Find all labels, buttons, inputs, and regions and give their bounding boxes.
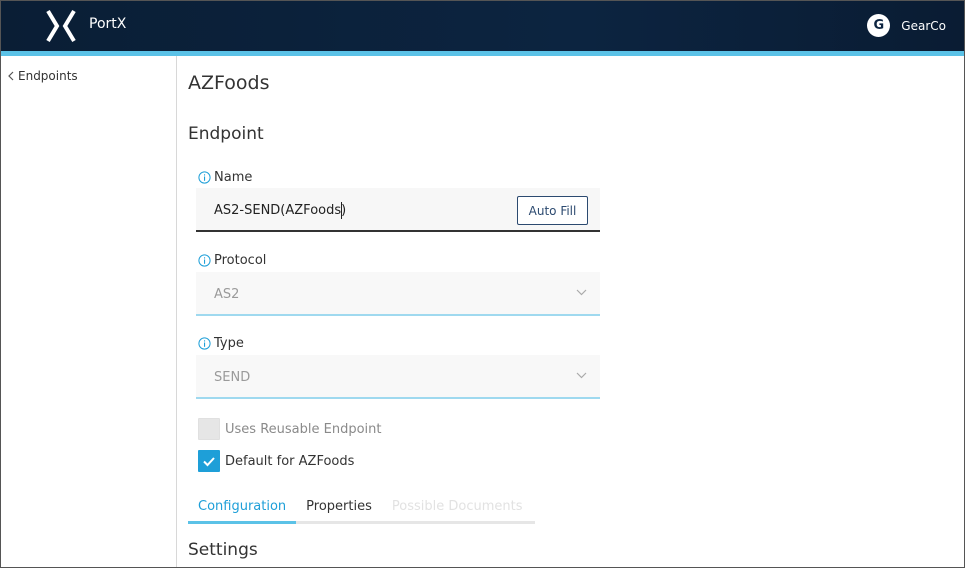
info-icon[interactable] bbox=[198, 171, 211, 184]
protocol-select[interactable]: AS2 bbox=[196, 272, 600, 316]
auto-fill-button[interactable]: Auto Fill bbox=[517, 196, 588, 225]
portx-logo-icon[interactable] bbox=[45, 9, 77, 43]
type-label-text: Type bbox=[214, 336, 244, 351]
chevron-left-icon bbox=[8, 71, 14, 81]
sidebar: Endpoints bbox=[1, 56, 177, 567]
tab-possible-documents: Possible Documents bbox=[391, 499, 523, 514]
default-endpoint-option[interactable]: Default for AZFoods bbox=[198, 450, 354, 472]
main-content: AZFoods Endpoint Name AS2-SEND(AZFoods) … bbox=[178, 56, 964, 567]
reusable-endpoint-label: Uses Reusable Endpoint bbox=[225, 421, 382, 437]
back-to-endpoints-link[interactable]: Endpoints bbox=[7, 69, 78, 83]
reusable-endpoint-checkbox[interactable] bbox=[198, 418, 220, 440]
name-label: Name bbox=[198, 170, 252, 185]
back-link-label[interactable]: Endpoints bbox=[18, 69, 78, 83]
type-select[interactable]: SEND bbox=[196, 355, 600, 399]
checkmark-icon bbox=[203, 456, 215, 466]
tab-properties[interactable]: Properties bbox=[296, 497, 382, 524]
type-label: Type bbox=[198, 336, 244, 351]
name-input-value[interactable]: AS2-SEND(AZFoods) bbox=[214, 203, 346, 218]
top-bar: PortX G GearCo bbox=[1, 1, 964, 51]
protocol-select-value: AS2 bbox=[214, 287, 240, 302]
type-select-value: SEND bbox=[214, 370, 251, 385]
default-endpoint-label: Default for AZFoods bbox=[225, 453, 355, 469]
tab-configuration[interactable]: Configuration bbox=[188, 497, 297, 524]
settings-title: Settings bbox=[188, 540, 258, 560]
account-menu[interactable]: G GearCo bbox=[867, 14, 946, 37]
protocol-label-text: Protocol bbox=[214, 253, 267, 268]
endpoint-tabs: Configuration Properties Possible Docume… bbox=[188, 497, 535, 524]
brand-name: PortX bbox=[89, 16, 127, 32]
text-caret bbox=[341, 202, 342, 219]
reusable-endpoint-option[interactable]: Uses Reusable Endpoint bbox=[198, 418, 381, 440]
chevron-down-icon bbox=[576, 289, 587, 296]
default-endpoint-checkbox[interactable] bbox=[198, 450, 220, 472]
name-label-text: Name bbox=[214, 170, 253, 185]
avatar[interactable]: G bbox=[867, 14, 891, 37]
info-icon[interactable] bbox=[198, 337, 211, 350]
section-title: Endpoint bbox=[188, 124, 264, 144]
account-name[interactable]: GearCo bbox=[901, 19, 946, 33]
info-icon[interactable] bbox=[198, 254, 211, 267]
chevron-down-icon bbox=[576, 372, 587, 379]
page-title: AZFoods bbox=[188, 72, 270, 94]
name-input[interactable]: AS2-SEND(AZFoods) Auto Fill bbox=[196, 188, 600, 232]
protocol-label: Protocol bbox=[198, 253, 266, 268]
